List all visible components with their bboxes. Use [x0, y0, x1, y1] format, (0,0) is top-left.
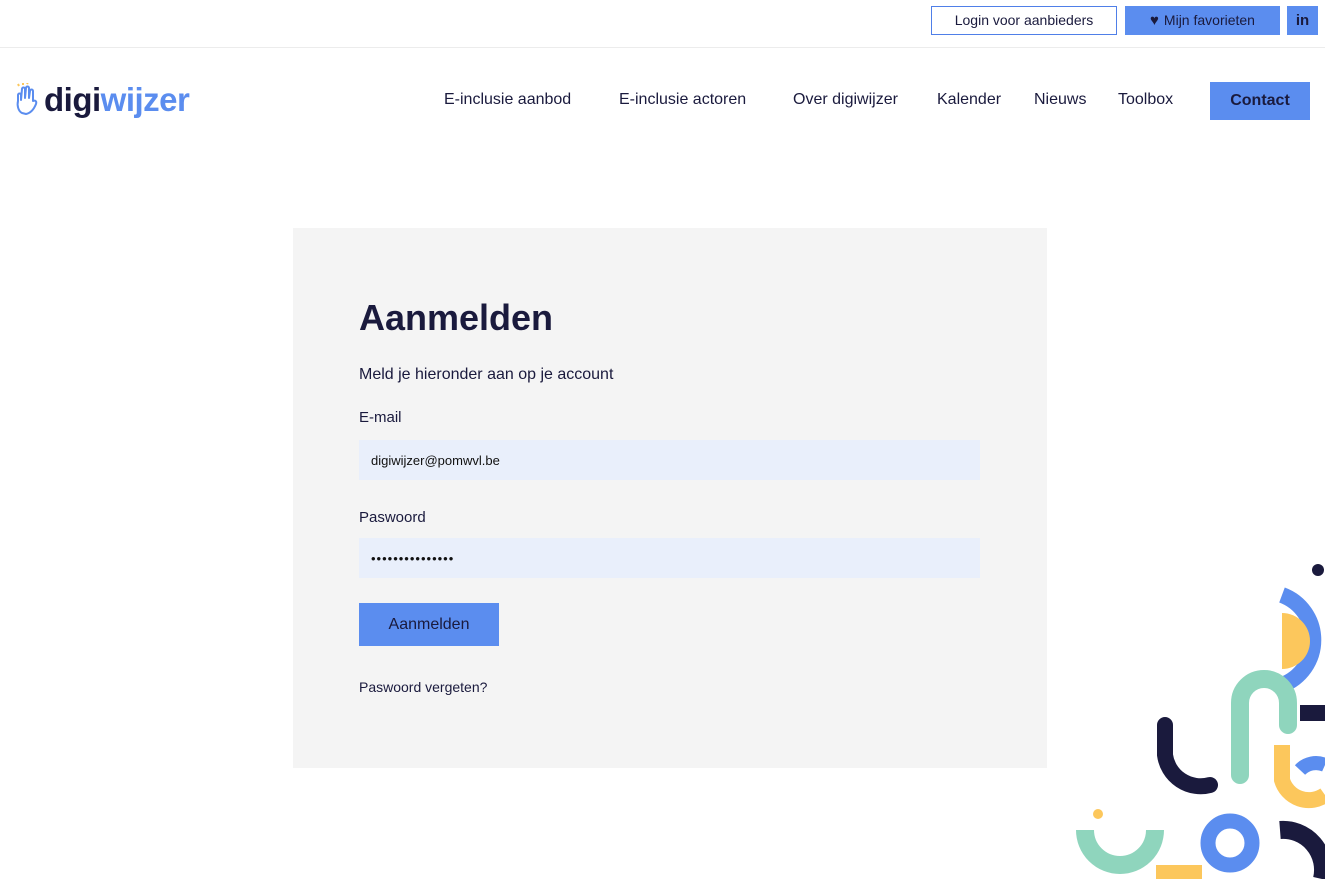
email-field[interactable] — [359, 440, 980, 480]
provider-login-button[interactable]: Login voor aanbieders — [931, 6, 1117, 35]
login-submit-button[interactable]: Aanmelden — [359, 603, 499, 646]
login-subtitle: Meld je hieronder aan op je account — [359, 366, 614, 383]
password-field[interactable] — [359, 538, 980, 578]
main-nav: E-inclusie aanbod E-inclusie actoren Ove… — [0, 82, 1325, 120]
nav-item-kalender[interactable]: Kalender — [937, 91, 1001, 109]
forgot-password-link[interactable]: Paswoord vergeten? — [359, 679, 487, 695]
favorites-label: Mijn favorieten — [1163, 12, 1255, 28]
page-title: Aanmelden — [359, 297, 554, 338]
favorites-button[interactable]: ♥ Mijn favorieten — [1125, 6, 1280, 35]
email-label: E-mail — [359, 409, 402, 426]
nav-item-over-digiwijzer[interactable]: Over digiwijzer — [793, 91, 898, 109]
nav-item-einclusie-aanbod[interactable]: E-inclusie aanbod — [444, 91, 571, 109]
contact-button[interactable]: Contact — [1210, 82, 1310, 120]
decorative-shapes — [1076, 564, 1325, 879]
heart-icon: ♥ — [1150, 12, 1159, 29]
nav-item-einclusie-actoren[interactable]: E-inclusie actoren — [619, 91, 746, 109]
top-bar: Login voor aanbieders ♥ Mijn favorieten i… — [0, 0, 1325, 48]
linkedin-icon[interactable]: in — [1287, 6, 1318, 35]
nav-item-nieuws[interactable]: Nieuws — [1034, 91, 1086, 109]
nav-item-toolbox[interactable]: Toolbox — [1118, 91, 1173, 109]
password-label: Paswoord — [359, 509, 426, 526]
